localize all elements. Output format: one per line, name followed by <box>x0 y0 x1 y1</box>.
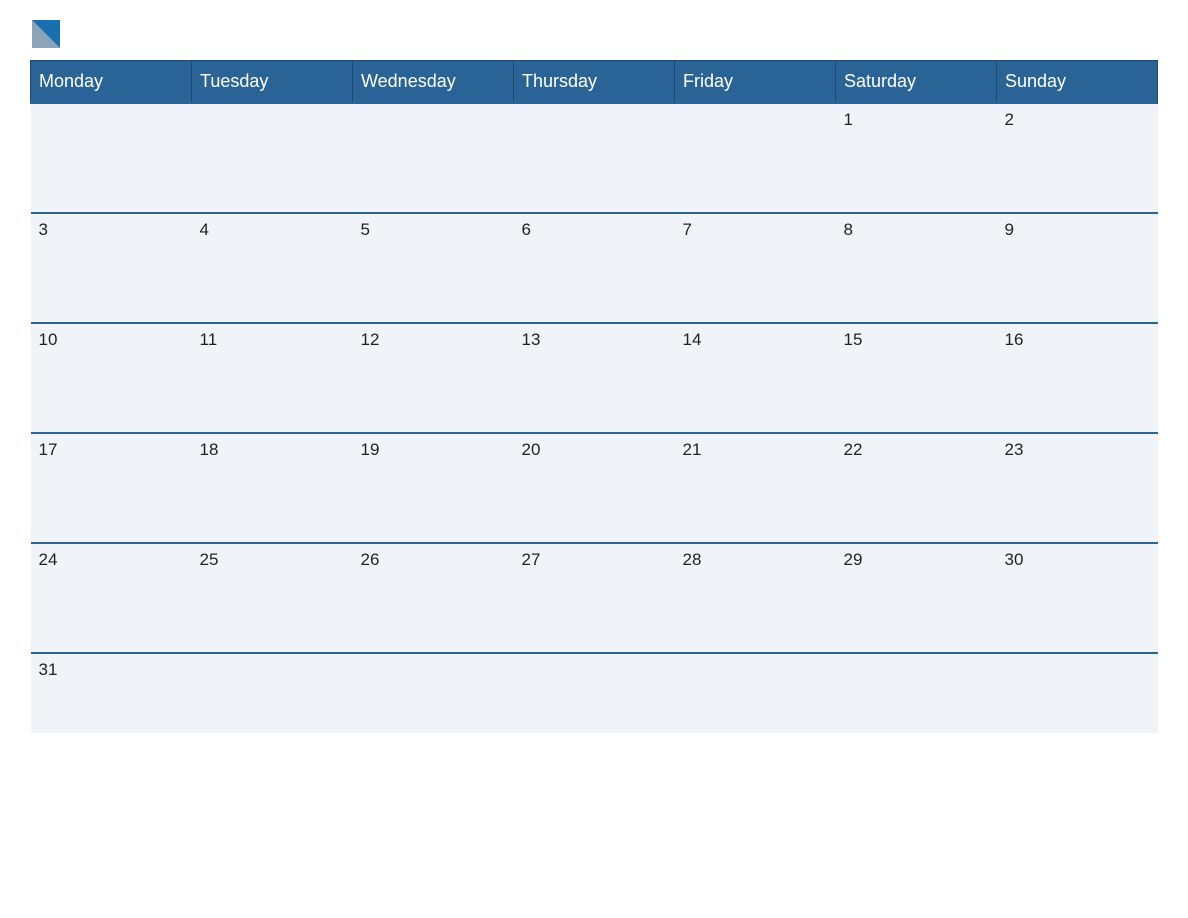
calendar-cell: 19 <box>353 433 514 543</box>
calendar-table: MondayTuesdayWednesdayThursdayFridaySatu… <box>30 60 1158 733</box>
day-number: 19 <box>361 440 506 460</box>
day-number: 14 <box>683 330 828 350</box>
day-number: 21 <box>683 440 828 460</box>
calendar-cell: 3 <box>31 213 192 323</box>
calendar-cell: 21 <box>675 433 836 543</box>
calendar-cell: 26 <box>353 543 514 653</box>
calendar-cell: 10 <box>31 323 192 433</box>
calendar-cell <box>675 103 836 213</box>
calendar-cell: 16 <box>997 323 1158 433</box>
calendar-week-row: 24 25 26 27 28 29 30 <box>31 543 1158 653</box>
calendar-body: 1234567891011121314151617181920212223242… <box>31 103 1158 733</box>
day-number: 22 <box>844 440 989 460</box>
day-number: 24 <box>39 550 184 570</box>
day-number: 25 <box>200 550 345 570</box>
day-number: 20 <box>522 440 667 460</box>
day-number: 16 <box>1005 330 1150 350</box>
calendar-cell: 1 <box>836 103 997 213</box>
day-number: 28 <box>683 550 828 570</box>
day-header-saturday: Saturday <box>836 61 997 104</box>
day-number: 17 <box>39 440 184 460</box>
calendar-cell <box>514 103 675 213</box>
calendar-cell: 22 <box>836 433 997 543</box>
page-header <box>30 20 1158 50</box>
day-header-monday: Monday <box>31 61 192 104</box>
calendar-cell: 28 <box>675 543 836 653</box>
calendar-cell: 15 <box>836 323 997 433</box>
day-number: 12 <box>361 330 506 350</box>
calendar-cell: 31 <box>31 653 192 733</box>
calendar-cell <box>353 653 514 733</box>
logo <box>30 20 60 50</box>
day-number: 8 <box>844 220 989 240</box>
calendar-cell: 17 <box>31 433 192 543</box>
day-number: 23 <box>1005 440 1150 460</box>
day-number: 30 <box>1005 550 1150 570</box>
calendar-cell: 9 <box>997 213 1158 323</box>
calendar-week-row: 3456789 <box>31 213 1158 323</box>
calendar-cell <box>514 653 675 733</box>
day-number: 26 <box>361 550 506 570</box>
calendar-header-row: MondayTuesdayWednesdayThursdayFridaySatu… <box>31 61 1158 104</box>
day-number: 27 <box>522 550 667 570</box>
calendar-cell: 27 <box>514 543 675 653</box>
calendar-cell: 23 <box>997 433 1158 543</box>
calendar-cell: 29 <box>836 543 997 653</box>
calendar-cell <box>192 653 353 733</box>
day-number: 31 <box>39 660 184 680</box>
calendar-cell: 18 <box>192 433 353 543</box>
calendar-cell: 7 <box>675 213 836 323</box>
calendar-cell: 25 <box>192 543 353 653</box>
calendar-week-row: 10 11 12 13 14 15 16 <box>31 323 1158 433</box>
day-number: 2 <box>1005 110 1150 130</box>
day-number: 1 <box>844 110 989 130</box>
calendar-week-row: 12 <box>31 103 1158 213</box>
day-number: 18 <box>200 440 345 460</box>
day-header-thursday: Thursday <box>514 61 675 104</box>
calendar-cell <box>675 653 836 733</box>
calendar-week-row: 17 18 19 20 21 22 23 <box>31 433 1158 543</box>
day-number: 7 <box>683 220 828 240</box>
calendar-cell <box>997 653 1158 733</box>
day-number: 29 <box>844 550 989 570</box>
calendar-cell: 2 <box>997 103 1158 213</box>
calendar-cell: 6 <box>514 213 675 323</box>
day-number: 11 <box>200 330 345 350</box>
calendar-cell: 4 <box>192 213 353 323</box>
calendar-cell: 13 <box>514 323 675 433</box>
day-number: 10 <box>39 330 184 350</box>
day-number: 3 <box>39 220 184 240</box>
calendar-cell: 5 <box>353 213 514 323</box>
day-number: 13 <box>522 330 667 350</box>
calendar-week-row: 31 <box>31 653 1158 733</box>
day-header-friday: Friday <box>675 61 836 104</box>
calendar-cell <box>353 103 514 213</box>
calendar-cell: 24 <box>31 543 192 653</box>
calendar-cell: 14 <box>675 323 836 433</box>
calendar-cell: 30 <box>997 543 1158 653</box>
calendar-cell: 11 <box>192 323 353 433</box>
calendar-cell <box>192 103 353 213</box>
logo-icon <box>32 20 60 48</box>
calendar-cell <box>836 653 997 733</box>
day-number: 4 <box>200 220 345 240</box>
day-header-sunday: Sunday <box>997 61 1158 104</box>
day-header-wednesday: Wednesday <box>353 61 514 104</box>
day-number: 5 <box>361 220 506 240</box>
calendar-cell: 20 <box>514 433 675 543</box>
day-number: 9 <box>1005 220 1150 240</box>
calendar-cell <box>31 103 192 213</box>
calendar-cell: 12 <box>353 323 514 433</box>
day-number: 6 <box>522 220 667 240</box>
day-header-tuesday: Tuesday <box>192 61 353 104</box>
day-number: 15 <box>844 330 989 350</box>
calendar-cell: 8 <box>836 213 997 323</box>
